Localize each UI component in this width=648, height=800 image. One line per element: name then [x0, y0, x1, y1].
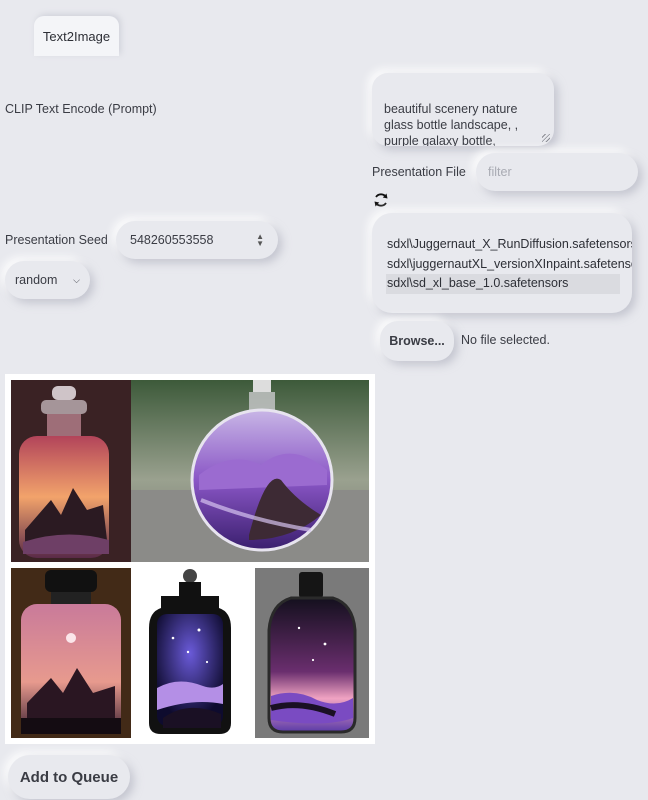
file-list[interactable]: sdxl\Juggernaut_X_RunDiffusion.safetenso…: [372, 213, 632, 313]
gallery-image-3[interactable]: [11, 568, 131, 738]
seed-mode-select[interactable]: random ⌵: [5, 261, 90, 299]
image-gallery: [5, 374, 375, 744]
tab-text2image[interactable]: Text2Image: [34, 16, 119, 56]
file-item-juggernautxl-inpaint[interactable]: sdxl\juggernautXL_versionXInpaint.safete…: [386, 255, 632, 275]
gallery-image-5[interactable]: [255, 568, 369, 738]
no-file-text: No file selected.: [461, 333, 550, 347]
gallery-image-2[interactable]: [131, 380, 369, 562]
presentation-file-label: Presentation File: [372, 165, 466, 179]
gallery-image-4[interactable]: [133, 568, 248, 738]
chevron-down-icon: ⌵: [73, 274, 80, 285]
prompt-text: beautiful scenery nature glass bottle la…: [384, 102, 519, 146]
gallery-image-1[interactable]: [11, 380, 131, 562]
file-item-sd-xl-base[interactable]: sdxl\sd_xl_base_1.0.safetensors: [386, 274, 620, 294]
seed-input[interactable]: 548260553558 ▲ ▼: [116, 221, 278, 259]
file-item-juggernaut-x[interactable]: sdxl\Juggernaut_X_RunDiffusion.safetenso…: [386, 235, 632, 255]
seed-value: 548260553558: [130, 233, 214, 247]
browse-button[interactable]: Browse...: [380, 321, 454, 361]
prompt-label: CLIP Text Encode (Prompt): [5, 102, 157, 116]
seed-mode-value: random: [15, 273, 58, 287]
resize-grip-icon[interactable]: [542, 134, 550, 142]
file-filter-input[interactable]: [476, 153, 638, 191]
seed-label: Presentation Seed: [5, 233, 108, 247]
add-to-queue-button[interactable]: Add to Queue: [8, 755, 130, 799]
spinner-icon[interactable]: ▲ ▼: [256, 233, 264, 248]
prompt-textarea[interactable]: beautiful scenery nature glass bottle la…: [372, 73, 554, 146]
refresh-icon[interactable]: [372, 191, 390, 209]
